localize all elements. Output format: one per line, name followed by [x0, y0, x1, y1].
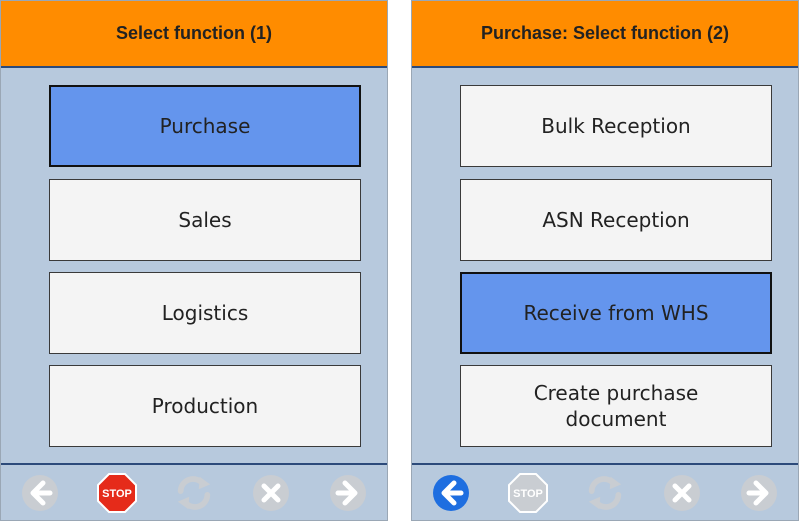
menu-item-label: ASN Reception: [542, 208, 690, 232]
back-arrow-icon[interactable]: [20, 473, 60, 513]
forward-arrow-icon[interactable]: [739, 473, 779, 513]
menu-item-label: Bulk Reception: [541, 114, 691, 138]
menu-item-asn-reception[interactable]: ASN Reception: [460, 179, 772, 261]
stop-icon[interactable]: STOP: [507, 472, 548, 513]
menu-item-label: Production: [151, 394, 259, 418]
menu-item-bulk-reception[interactable]: Bulk Reception: [460, 85, 772, 167]
stop-icon[interactable]: STOP: [96, 472, 137, 513]
toolbar: STOP: [412, 463, 798, 520]
back-arrow-icon[interactable]: [431, 473, 471, 513]
menu-item-label: Sales: [178, 208, 232, 232]
menu-item-label: Logistics: [161, 301, 249, 325]
forward-arrow-icon[interactable]: [328, 473, 368, 513]
menu-item-create-purchase-document[interactable]: Create purchase document: [460, 365, 772, 447]
cancel-icon[interactable]: [662, 473, 702, 513]
menu-item-production[interactable]: Production: [49, 365, 361, 447]
menu-item-receive-from-whs[interactable]: Receive from WHS: [460, 272, 772, 354]
menu-item-logistics[interactable]: Logistics: [49, 272, 361, 354]
screen-title: Select function (1): [1, 1, 387, 68]
screen-select-function-1: Select function (1) Purchase Sales Logis…: [0, 0, 388, 521]
menu-item-label: Purchase: [159, 114, 251, 138]
refresh-icon[interactable]: [585, 473, 625, 513]
cancel-icon[interactable]: [251, 473, 291, 513]
refresh-icon[interactable]: [174, 473, 214, 513]
menu-item-sales[interactable]: Sales: [49, 179, 361, 261]
screen-select-function-2: Purchase: Select function (2) Bulk Recep…: [411, 0, 799, 521]
screen-title: Purchase: Select function (2): [412, 1, 798, 68]
stop-icon-label: STOP: [102, 488, 132, 500]
menu-item-purchase[interactable]: Purchase: [49, 85, 361, 167]
stop-icon-label: STOP: [513, 488, 543, 500]
toolbar: STOP: [1, 463, 387, 520]
menu-item-label: Receive from WHS: [523, 301, 709, 325]
menu-item-label: Create purchase document: [533, 381, 699, 431]
